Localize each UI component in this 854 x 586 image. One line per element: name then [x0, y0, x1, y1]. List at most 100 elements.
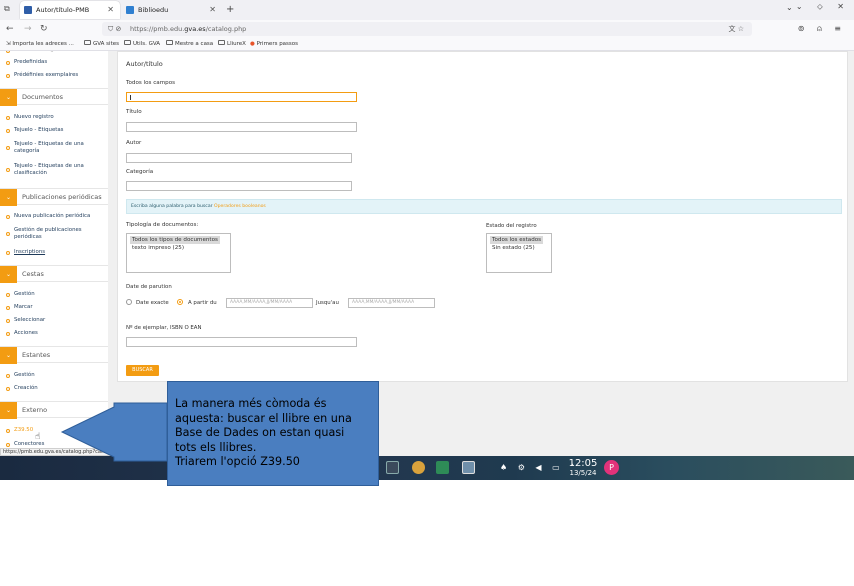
chevron-down-icon[interactable]: ⌄: [0, 89, 17, 106]
search-button[interactable]: BUSCAR: [126, 365, 159, 376]
radio-date-from[interactable]: [177, 299, 183, 305]
chevron-down-icon[interactable]: ⌄: [0, 266, 17, 283]
boolean-operators-link[interactable]: Operadores booleanos: [214, 204, 266, 209]
all-fields-input[interactable]: [126, 92, 357, 102]
sidebar-item-marcar[interactable]: Marcar: [6, 304, 104, 311]
sidebar-item-tejuelo-clasificacion[interactable]: Tejuelo - Etiquetas de una clasificación: [6, 163, 104, 177]
clock-time: 12:05: [568, 458, 598, 469]
app-icon[interactable]: [412, 461, 425, 474]
doc-type-select[interactable]: Todos los tipos de documentos texto impr…: [126, 233, 231, 273]
bookmark-import[interactable]: ⇲ Importa les adreces ...: [6, 39, 74, 50]
sidebar-item-predefinidas[interactable]: Predefinidas: [6, 59, 104, 66]
tab-label: Autor/título-PMB: [36, 6, 90, 14]
sidebar-section-externo[interactable]: ⌄ Externo: [0, 401, 108, 419]
chevron-down-icon[interactable]: ⌄: [0, 347, 17, 364]
chevron-down-icon[interactable]: ⌄: [0, 402, 17, 419]
isbn-input[interactable]: [126, 337, 357, 347]
callout-line: La manera més còmoda és: [175, 397, 327, 410]
category-input[interactable]: [126, 181, 352, 191]
author-label: Autor: [126, 140, 142, 146]
close-icon[interactable]: ✕: [209, 1, 216, 19]
sidebar-item-nuevo-registro[interactable]: Nuevo registro: [6, 114, 104, 121]
page-content: Gestion de registros Predefinidas Prédéf…: [0, 51, 854, 456]
sidebar-item-nueva-publicacion[interactable]: Nueva publicación periódica: [6, 213, 104, 220]
until-label: Jusqu'au: [316, 300, 339, 306]
tab-bar: ⧉ Autor/título-PMB ✕ Biblioedu ✕ + ⌄ ⌄ ⬦…: [0, 0, 854, 20]
window-controls[interactable]: ⌄ ⬦ ✕: [796, 2, 850, 12]
sidebar-item-tejuelo[interactable]: Tejuelo - Etiquetas: [6, 127, 104, 134]
doc-type-option[interactable]: texto impreso (25): [130, 244, 230, 252]
all-fields-label: Todos los campos: [126, 80, 176, 86]
avatar[interactable]: P: [604, 460, 619, 475]
bookmark-primers-passos[interactable]: ● Primers passos: [250, 39, 298, 50]
sidebar-item-conectores[interactable]: Conectores: [6, 441, 104, 448]
tab-list-icon[interactable]: ⧉: [4, 2, 10, 16]
sidebar-section-publicaciones[interactable]: ⌄ Publicaciones periódicas: [0, 188, 108, 206]
date-label: Date de parution: [126, 284, 172, 290]
sidebar-item-inscriptions[interactable]: Inscriptions: [6, 249, 104, 256]
sidebar-item-acciones[interactable]: Acciones: [6, 330, 104, 337]
back-icon[interactable]: ←: [6, 22, 14, 36]
screen: ⧉ Autor/título-PMB ✕ Biblioedu ✕ + ⌄ ⌄ ⬦…: [0, 0, 854, 586]
date-until-input[interactable]: AAAA,MM/AAAA,JJ/MM/AAAA: [348, 298, 435, 308]
tab-biblioedu[interactable]: Biblioedu ✕: [122, 1, 222, 19]
radio-date-from-label: A partir du: [188, 300, 217, 306]
radio-date-exact[interactable]: [126, 299, 132, 305]
sidebar-item-predefinies-exemplaires[interactable]: Prédéfinies exemplaires: [6, 72, 104, 79]
new-tab-icon[interactable]: +: [226, 1, 234, 19]
toolbar-icons[interactable]: ⊚ ⍝ ≡: [798, 22, 846, 36]
callout-line: aquesta: buscar el llibre en una: [175, 411, 352, 425]
sidebar-item-seleccionar[interactable]: Seleccionar: [6, 317, 104, 324]
sidebar-item-z3950[interactable]: Z39.50: [6, 427, 104, 434]
status-bar-url: https://pmb.edu.gva.es/catalog.php?categ…: [0, 448, 142, 456]
author-input[interactable]: [126, 153, 352, 163]
doc-type-label: Tipología de documentos:: [126, 222, 199, 228]
forward-icon[interactable]: →: [24, 22, 32, 36]
callout-line: Base de Dades on estan quasi: [175, 426, 345, 439]
sidebar-section-documentos[interactable]: ⌄ Documentos: [0, 88, 108, 106]
title-label: Título: [126, 109, 142, 115]
folder-icon: [124, 40, 131, 45]
sidebar-item-cestas-gestion[interactable]: Gestión: [6, 291, 104, 298]
sidebar-item-tejuelo-categoria[interactable]: Tejuelo - Etiquetas de una categoría: [6, 141, 104, 155]
callout-line: Triarem l'opció Z39.50: [175, 455, 300, 468]
chevron-down-icon[interactable]: ⌄: [0, 189, 17, 206]
status-option[interactable]: Sin estado (25): [490, 244, 551, 252]
sidebar-item-hidden[interactable]: Gestion de registros: [6, 51, 104, 54]
sidebar-section-cestas[interactable]: ⌄ Cestas: [0, 265, 108, 283]
annotation-callout: La manera més còmoda és aquesta: buscar …: [167, 381, 379, 486]
sidebar-item-gestion-publicaciones[interactable]: Gestión de publicaciones periódicas: [6, 227, 104, 241]
title-input[interactable]: [126, 122, 357, 132]
taskbar: ♠ ⚙ ◀ ▭ ˄ 12:05 13/5/24 P: [0, 456, 854, 480]
tab-autor-titulo[interactable]: Autor/título-PMB ✕: [20, 1, 120, 19]
chevron-down-icon[interactable]: ⌄: [786, 3, 793, 12]
close-icon[interactable]: ✕: [107, 1, 114, 19]
reload-icon[interactable]: ↻: [40, 22, 48, 36]
app-icon[interactable]: [386, 461, 399, 474]
url-bar[interactable]: ⛉ ⊘ https://pmb.edu.gva.es/catalog.php ⽂…: [102, 22, 752, 36]
folder-icon: [218, 40, 225, 45]
app-icon[interactable]: [436, 461, 449, 474]
bookmark-mestre-a-casa[interactable]: Mestre a casa: [166, 39, 213, 50]
bookmark-utils-gva[interactable]: Utils. GVA: [124, 39, 160, 50]
url-text: https://pmb.edu.gva.es/catalog.php: [130, 25, 247, 33]
app-icon[interactable]: [462, 461, 475, 474]
sidebar-item-estantes-gestion[interactable]: Gestión: [6, 372, 104, 379]
folder-icon: [166, 40, 173, 45]
date-from-input[interactable]: AAAA,MM/AAAA,JJ/MM/AAAA: [226, 298, 313, 308]
clock[interactable]: 12:05 13/5/24: [566, 458, 600, 478]
translate-icon[interactable]: ⽂ ☆: [728, 22, 744, 36]
isbn-label: Nº de ejemplar, ISBN O EAN: [126, 325, 202, 331]
bookmark-gva-sites[interactable]: GVA sites: [84, 39, 119, 50]
shield-icon[interactable]: ⛉ ⊘: [108, 22, 121, 36]
pmb-favicon-icon: [24, 6, 32, 14]
sidebar-section-estantes[interactable]: ⌄ Estantes: [0, 346, 108, 364]
status-select[interactable]: Todos los estados Sin estado (25): [486, 233, 552, 273]
doc-type-option[interactable]: Todos los tipos de documentos: [130, 236, 220, 244]
page-title: Autor/título: [126, 60, 163, 68]
firefox-icon: ●: [250, 41, 255, 47]
status-label: Estado del registro: [486, 223, 537, 229]
bookmark-lliurex[interactable]: LliureX: [218, 39, 246, 50]
sidebar-item-creacion[interactable]: Creación: [6, 385, 104, 392]
status-option[interactable]: Todos los estados: [490, 236, 544, 244]
